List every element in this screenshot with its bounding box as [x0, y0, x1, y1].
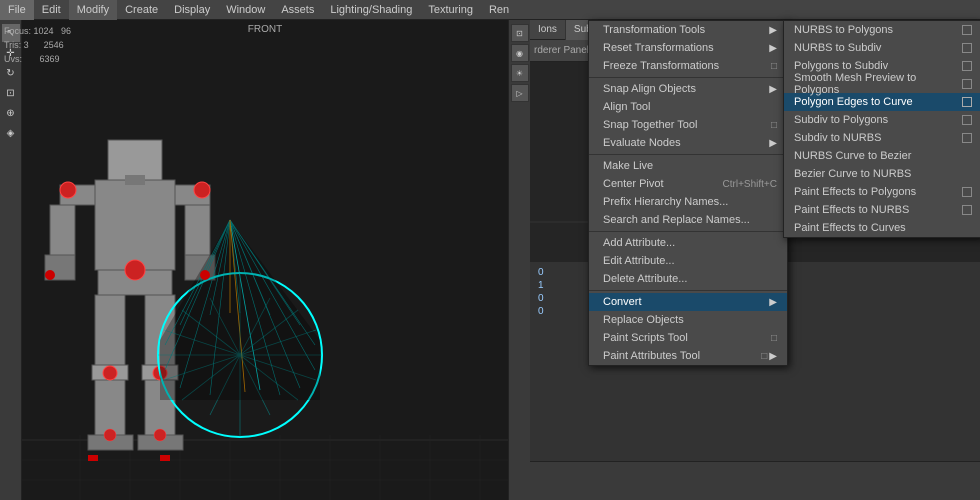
separator-1	[589, 77, 787, 78]
ch-label-1: 1	[538, 280, 544, 291]
dd-paint-attributes-tool[interactable]: Paint Attributes Tool □ ▶	[589, 347, 787, 365]
box-icon-3	[962, 79, 972, 89]
box-icon-4	[962, 97, 972, 107]
menu-texturing[interactable]: Texturing	[420, 0, 481, 20]
sub-nurbs-to-subdiv[interactable]: NURBS to Subdiv	[784, 39, 980, 57]
arrow-icon-0: ▶	[769, 25, 777, 36]
box-icon-5	[962, 115, 972, 125]
dd-center-pivot[interactable]: Center Pivot Ctrl+Shift+C	[589, 175, 787, 193]
arrow-icon-3: ▶	[769, 84, 777, 95]
shortcut-2: □	[771, 61, 777, 72]
menu-window[interactable]: Window	[218, 0, 273, 20]
separator-4	[589, 290, 787, 291]
camera-icon[interactable]: ⊡	[511, 24, 529, 42]
toolbar-rderer-label: rderer Panels	[534, 45, 594, 56]
dd-edit-attribute[interactable]: Edit Attribute...	[589, 252, 787, 270]
arrow-icon-6: ▶	[769, 138, 777, 149]
sub-subdiv-to-polygons[interactable]: Subdiv to Polygons	[784, 111, 980, 129]
dd-reset-transformations[interactable]: Reset Transformations ▶	[589, 39, 787, 57]
shortcut-16: □	[771, 333, 777, 344]
dd-paint-attrs-icons: □ ▶	[761, 351, 777, 362]
box-icon-0	[962, 25, 972, 35]
sub-smooth-mesh-preview[interactable]: Smooth Mesh Preview to Polygons	[784, 75, 980, 93]
menu-edit[interactable]: Edit	[34, 0, 69, 20]
viewport-info: Focus: 1024 96 Tris: 3 2546 Uvs: 6369	[4, 24, 71, 66]
dd-snap-align-objects[interactable]: Snap Align Objects ▶	[589, 80, 787, 98]
tab-ions[interactable]: Ions	[530, 20, 566, 40]
menu-modify[interactable]: Modify	[69, 0, 117, 20]
menu-file[interactable]: File	[0, 0, 34, 20]
menu-ren[interactable]: Ren	[481, 0, 517, 20]
scene-svg	[0, 20, 530, 500]
menu-lighting-shading[interactable]: Lighting/Shading	[322, 0, 420, 20]
dd-add-attribute[interactable]: Add Attribute...	[589, 234, 787, 252]
uvs-value: Uvs: 6369	[4, 52, 71, 66]
dd-search-replace[interactable]: Search and Replace Names...	[589, 211, 787, 229]
lighting-icon[interactable]: ☀	[511, 64, 529, 82]
box-icon-10	[962, 205, 972, 215]
box-icon-9	[962, 187, 972, 197]
dd-align-tool[interactable]: Align Tool	[589, 98, 787, 116]
dd-convert[interactable]: Convert ▶	[589, 293, 787, 311]
dd-delete-attribute[interactable]: Delete Attribute...	[589, 270, 787, 288]
separator-3	[589, 231, 787, 232]
sub-bezier-curve-to-nurbs[interactable]: Bezier Curve to NURBS	[784, 165, 980, 183]
menu-create[interactable]: Create	[117, 0, 166, 20]
menu-assets[interactable]: Assets	[273, 0, 322, 20]
dd-transformation-tools[interactable]: Transformation Tools ▶	[589, 21, 787, 39]
sub-nurbs-to-polygons[interactable]: NURBS to Polygons	[784, 21, 980, 39]
sub-paint-effects-to-curves[interactable]: Paint Effects to Curves	[784, 219, 980, 237]
dd-paint-scripts-tool[interactable]: Paint Scripts Tool □	[589, 329, 787, 347]
left-viewport: Focus: 1024 96 Tris: 3 2546 Uvs: 6369 FR…	[0, 20, 530, 500]
dd-freeze-transformations[interactable]: Freeze Transformations □	[589, 57, 787, 75]
arrow-icon-14: ▶	[769, 297, 777, 308]
shortcut-5: □	[771, 120, 777, 131]
sub-paint-effects-to-nurbs[interactable]: Paint Effects to NURBS	[784, 201, 980, 219]
focus-value: Focus: 1024 96	[4, 24, 71, 38]
tris-value: Tris: 3 2546	[4, 38, 71, 52]
menu-display[interactable]: Display	[166, 0, 218, 20]
sub-nurbs-curve-to-bezier[interactable]: NURBS Curve to Bezier	[784, 147, 980, 165]
shortcut-8: Ctrl+Shift+C	[723, 179, 777, 190]
ch-label-3: 0	[538, 306, 544, 317]
convert-submenu: NURBS to Polygons NURBS to Subdiv Polygo…	[783, 20, 980, 238]
modify-dropdown: Transformation Tools ▶ Reset Transformat…	[588, 20, 788, 366]
viewport-label: FRONT	[248, 24, 282, 35]
box-icon-1	[962, 43, 972, 53]
dd-evaluate-nodes[interactable]: Evaluate Nodes ▶	[589, 134, 787, 152]
ch-label-2: 0	[538, 293, 544, 304]
box-icon-6	[962, 133, 972, 143]
arrow-icon-1: ▶	[769, 43, 777, 54]
dd-make-live[interactable]: Make Live	[589, 157, 787, 175]
menubar: File Edit Modify Create Display Window A…	[0, 0, 980, 20]
vp-right-toolbar: ⊡ ◉ ☀ ▷	[508, 20, 530, 500]
sub-paint-effects-to-polygons[interactable]: Paint Effects to Polygons	[784, 183, 980, 201]
ch-label-0: 0	[538, 267, 544, 278]
render-icon[interactable]: ▷	[511, 84, 529, 102]
dd-prefix-hierarchy-names[interactable]: Prefix Hierarchy Names...	[589, 193, 787, 211]
separator-2	[589, 154, 787, 155]
box-icon-2	[962, 61, 972, 71]
dd-snap-together-tool[interactable]: Snap Together Tool □	[589, 116, 787, 134]
dd-replace-objects[interactable]: Replace Objects	[589, 311, 787, 329]
sub-subdiv-to-nurbs[interactable]: Subdiv to NURBS	[784, 129, 980, 147]
shading-icon[interactable]: ◉	[511, 44, 529, 62]
